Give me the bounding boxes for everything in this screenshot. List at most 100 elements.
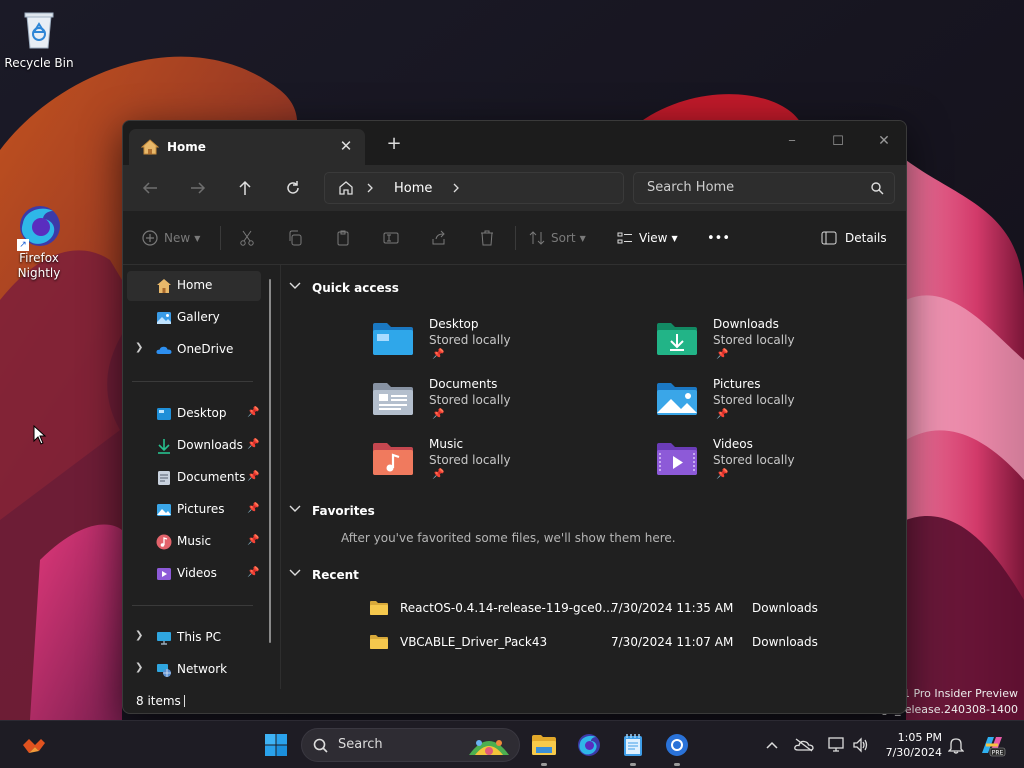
recent-file-row[interactable]: ReactOS-0.4.14-release-119-gce0... 7/30/… — [369, 598, 829, 620]
quick-access-music[interactable]: Music Stored locally 📌 — [371, 437, 571, 493]
sidebar-item-home[interactable]: Home — [127, 271, 261, 301]
sort-icon — [529, 231, 545, 245]
chevron-right-icon[interactable]: ❯ — [135, 342, 143, 353]
start-button[interactable] — [260, 729, 292, 761]
copilot-button[interactable]: PRE — [976, 729, 1008, 761]
quick-access-desktop[interactable]: Desktop Stored locally 📌 — [371, 317, 571, 373]
sidebar-item-videos[interactable]: Videos 📌 — [127, 559, 261, 589]
delete-button[interactable] — [479, 225, 495, 251]
videos-icon — [157, 568, 171, 580]
taskbar-firefox-nightly[interactable] — [573, 729, 605, 761]
file-explorer-window: Home ✕ + ─ ☐ ✕ Home Search Home New ▼ So… — [122, 120, 907, 714]
chevron-down-icon[interactable] — [289, 505, 301, 513]
chevron-right-icon — [367, 183, 373, 193]
pictures-icon — [157, 504, 171, 516]
navigation-pane[interactable]: Home Gallery ❯ OneDrive Desktop 📌 Downlo… — [123, 265, 281, 689]
search-box[interactable] — [633, 172, 895, 204]
sidebar-item-pictures[interactable]: Pictures 📌 — [127, 495, 261, 525]
videos-folder-icon — [657, 443, 697, 475]
sort-label: Sort — [551, 231, 576, 245]
forward-button[interactable] — [184, 175, 212, 201]
desktop-icon-recycle-bin[interactable]: Recycle Bin — [0, 8, 78, 70]
sidebar-item-gallery[interactable]: Gallery — [127, 303, 261, 333]
copy-button[interactable] — [287, 225, 303, 251]
recent-file-row[interactable]: VBCABLE_Driver_Pack43 7/30/2024 11:07 AM… — [369, 632, 829, 654]
show-hidden-icons-button[interactable] — [756, 729, 788, 761]
pin-icon: 📌 — [432, 349, 445, 360]
notifications-button[interactable] — [940, 729, 972, 761]
widgets-button[interactable] — [18, 729, 50, 761]
paste-button[interactable] — [335, 225, 351, 251]
pin-icon: 📌 — [432, 469, 445, 480]
quick-access-pictures[interactable]: Pictures Stored locally 📌 — [655, 377, 855, 433]
pin-icon[interactable]: 📌 — [247, 439, 259, 450]
breadcrumb-home[interactable]: Home — [394, 181, 432, 196]
tab-close-icon[interactable]: ✕ — [337, 137, 355, 155]
bell-icon — [948, 738, 964, 754]
pin-icon[interactable]: 📌 — [247, 567, 259, 578]
taskbar-file-explorer[interactable] — [528, 729, 560, 761]
network-icon — [157, 664, 171, 677]
quick-access-status: Stored locally — [429, 393, 511, 407]
pin-icon[interactable]: 📌 — [247, 407, 259, 418]
back-button[interactable] — [136, 175, 164, 201]
tab-home[interactable]: Home ✕ — [129, 129, 365, 165]
sidebar-item-documents[interactable]: Documents 📌 — [127, 463, 261, 493]
quick-access-status: Stored locally — [713, 333, 795, 347]
quick-access-downloads[interactable]: Downloads Stored locally 📌 — [655, 317, 855, 373]
sidebar-scrollbar[interactable] — [269, 279, 271, 643]
sidebar-item-onedrive[interactable]: ❯ OneDrive — [127, 335, 261, 365]
share-button[interactable] — [431, 225, 447, 251]
quick-access-videos[interactable]: Videos Stored locally 📌 — [655, 437, 855, 493]
chevron-down-icon[interactable] — [289, 282, 301, 290]
up-button[interactable] — [231, 175, 259, 201]
refresh-button[interactable] — [279, 175, 307, 201]
volume-tray-button[interactable] — [845, 729, 877, 761]
section-favorites[interactable]: Favorites — [289, 504, 375, 518]
section-recent[interactable]: Recent — [289, 568, 359, 582]
view-button[interactable]: View ▼ — [617, 225, 678, 251]
maximize-button[interactable]: ☐ — [815, 127, 861, 155]
sidebar-item-label: OneDrive — [177, 342, 234, 356]
new-button[interactable]: New ▼ — [142, 225, 200, 251]
desktop-icon-firefox-nightly[interactable]: ↗ Firefox Nightly — [0, 203, 78, 281]
taskbar-browser[interactable] — [661, 729, 693, 761]
network-tray-icon — [828, 737, 844, 752]
sidebar-item-downloads[interactable]: Downloads 📌 — [127, 431, 261, 461]
sidebar-item-this-pc[interactable]: ❯ This PC — [127, 623, 261, 653]
rename-button[interactable] — [383, 225, 399, 251]
cut-button[interactable] — [239, 225, 255, 251]
close-window-button[interactable]: ✕ — [861, 127, 906, 155]
clock[interactable]: 1:05 PM 7/30/2024 — [880, 730, 942, 760]
chevron-right-icon[interactable]: ❯ — [135, 662, 143, 673]
pin-icon[interactable]: 📌 — [247, 503, 259, 514]
onedrive-icon — [156, 346, 172, 354]
sidebar-item-music[interactable]: Music 📌 — [127, 527, 261, 557]
search-input[interactable] — [647, 180, 847, 195]
chevron-down-icon[interactable] — [289, 569, 301, 577]
minimize-icon: ─ — [788, 135, 796, 147]
more-options-button[interactable]: ••• — [707, 225, 730, 251]
chevron-right-icon[interactable]: ❯ — [135, 630, 143, 641]
address-field[interactable]: Home — [324, 172, 624, 204]
running-indicator — [541, 763, 547, 766]
chevron-up-icon — [766, 741, 778, 749]
quick-access-documents[interactable]: Documents Stored locally 📌 — [371, 377, 571, 433]
taskbar-search[interactable] — [301, 728, 520, 762]
sidebar-item-desktop[interactable]: Desktop 📌 — [127, 399, 261, 429]
section-quick-access[interactable]: Quick access — [289, 281, 399, 295]
sort-button[interactable]: Sort ▼ — [529, 225, 586, 251]
folder-icon — [370, 601, 388, 615]
minimize-button[interactable]: ─ — [769, 127, 815, 155]
taskbar-notepad[interactable] — [617, 729, 649, 761]
taskbar-search-input[interactable] — [338, 737, 458, 752]
new-tab-button[interactable]: + — [385, 135, 403, 153]
onedrive-tray-button[interactable] — [788, 729, 820, 761]
title-bar[interactable]: Home ✕ + ─ ☐ ✕ — [123, 121, 906, 165]
chevron-down-icon: ▼ — [671, 233, 678, 243]
chevron-right-icon[interactable] — [452, 183, 460, 193]
pin-icon[interactable]: 📌 — [247, 535, 259, 546]
pin-icon[interactable]: 📌 — [247, 471, 259, 482]
sidebar-item-network[interactable]: ❯ Network — [127, 655, 261, 685]
details-button[interactable]: Details — [821, 225, 887, 251]
